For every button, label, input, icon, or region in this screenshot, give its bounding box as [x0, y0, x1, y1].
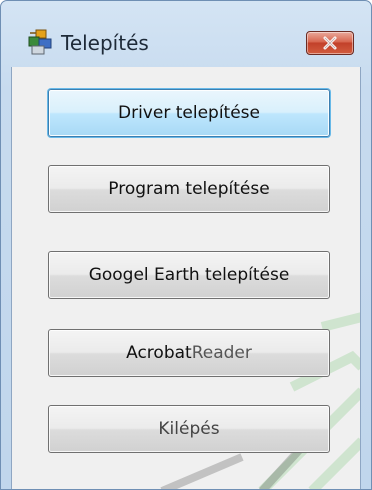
google-earth-install-label: Googel Earth telepítése	[88, 265, 290, 285]
exit-button[interactable]: Kilépés	[48, 405, 330, 453]
close-button[interactable]	[306, 31, 354, 55]
client-area: Driver telepítése Program telepítése Goo…	[11, 67, 361, 489]
installer-icon	[27, 29, 53, 55]
exit-label: Kilépés	[158, 419, 220, 439]
acrobat-reader-button[interactable]: Acrobat Reader	[48, 329, 330, 377]
installer-window: Telepítés Driver telepítése Program tele…	[0, 0, 372, 490]
program-install-label: Program telepítése	[108, 179, 270, 199]
close-icon	[323, 36, 337, 50]
window-title: Telepítés	[61, 31, 149, 55]
program-install-button[interactable]: Program telepítése	[48, 165, 330, 213]
title-bar[interactable]: Telepítés	[1, 1, 371, 57]
acrobat-reader-label-part1: Acrobat	[126, 343, 192, 363]
acrobat-reader-label-part2: Reader	[191, 343, 252, 363]
driver-install-label: Driver telepítése	[118, 103, 260, 123]
driver-install-button[interactable]: Driver telepítése	[48, 89, 330, 137]
google-earth-install-button[interactable]: Googel Earth telepítése	[48, 251, 330, 299]
